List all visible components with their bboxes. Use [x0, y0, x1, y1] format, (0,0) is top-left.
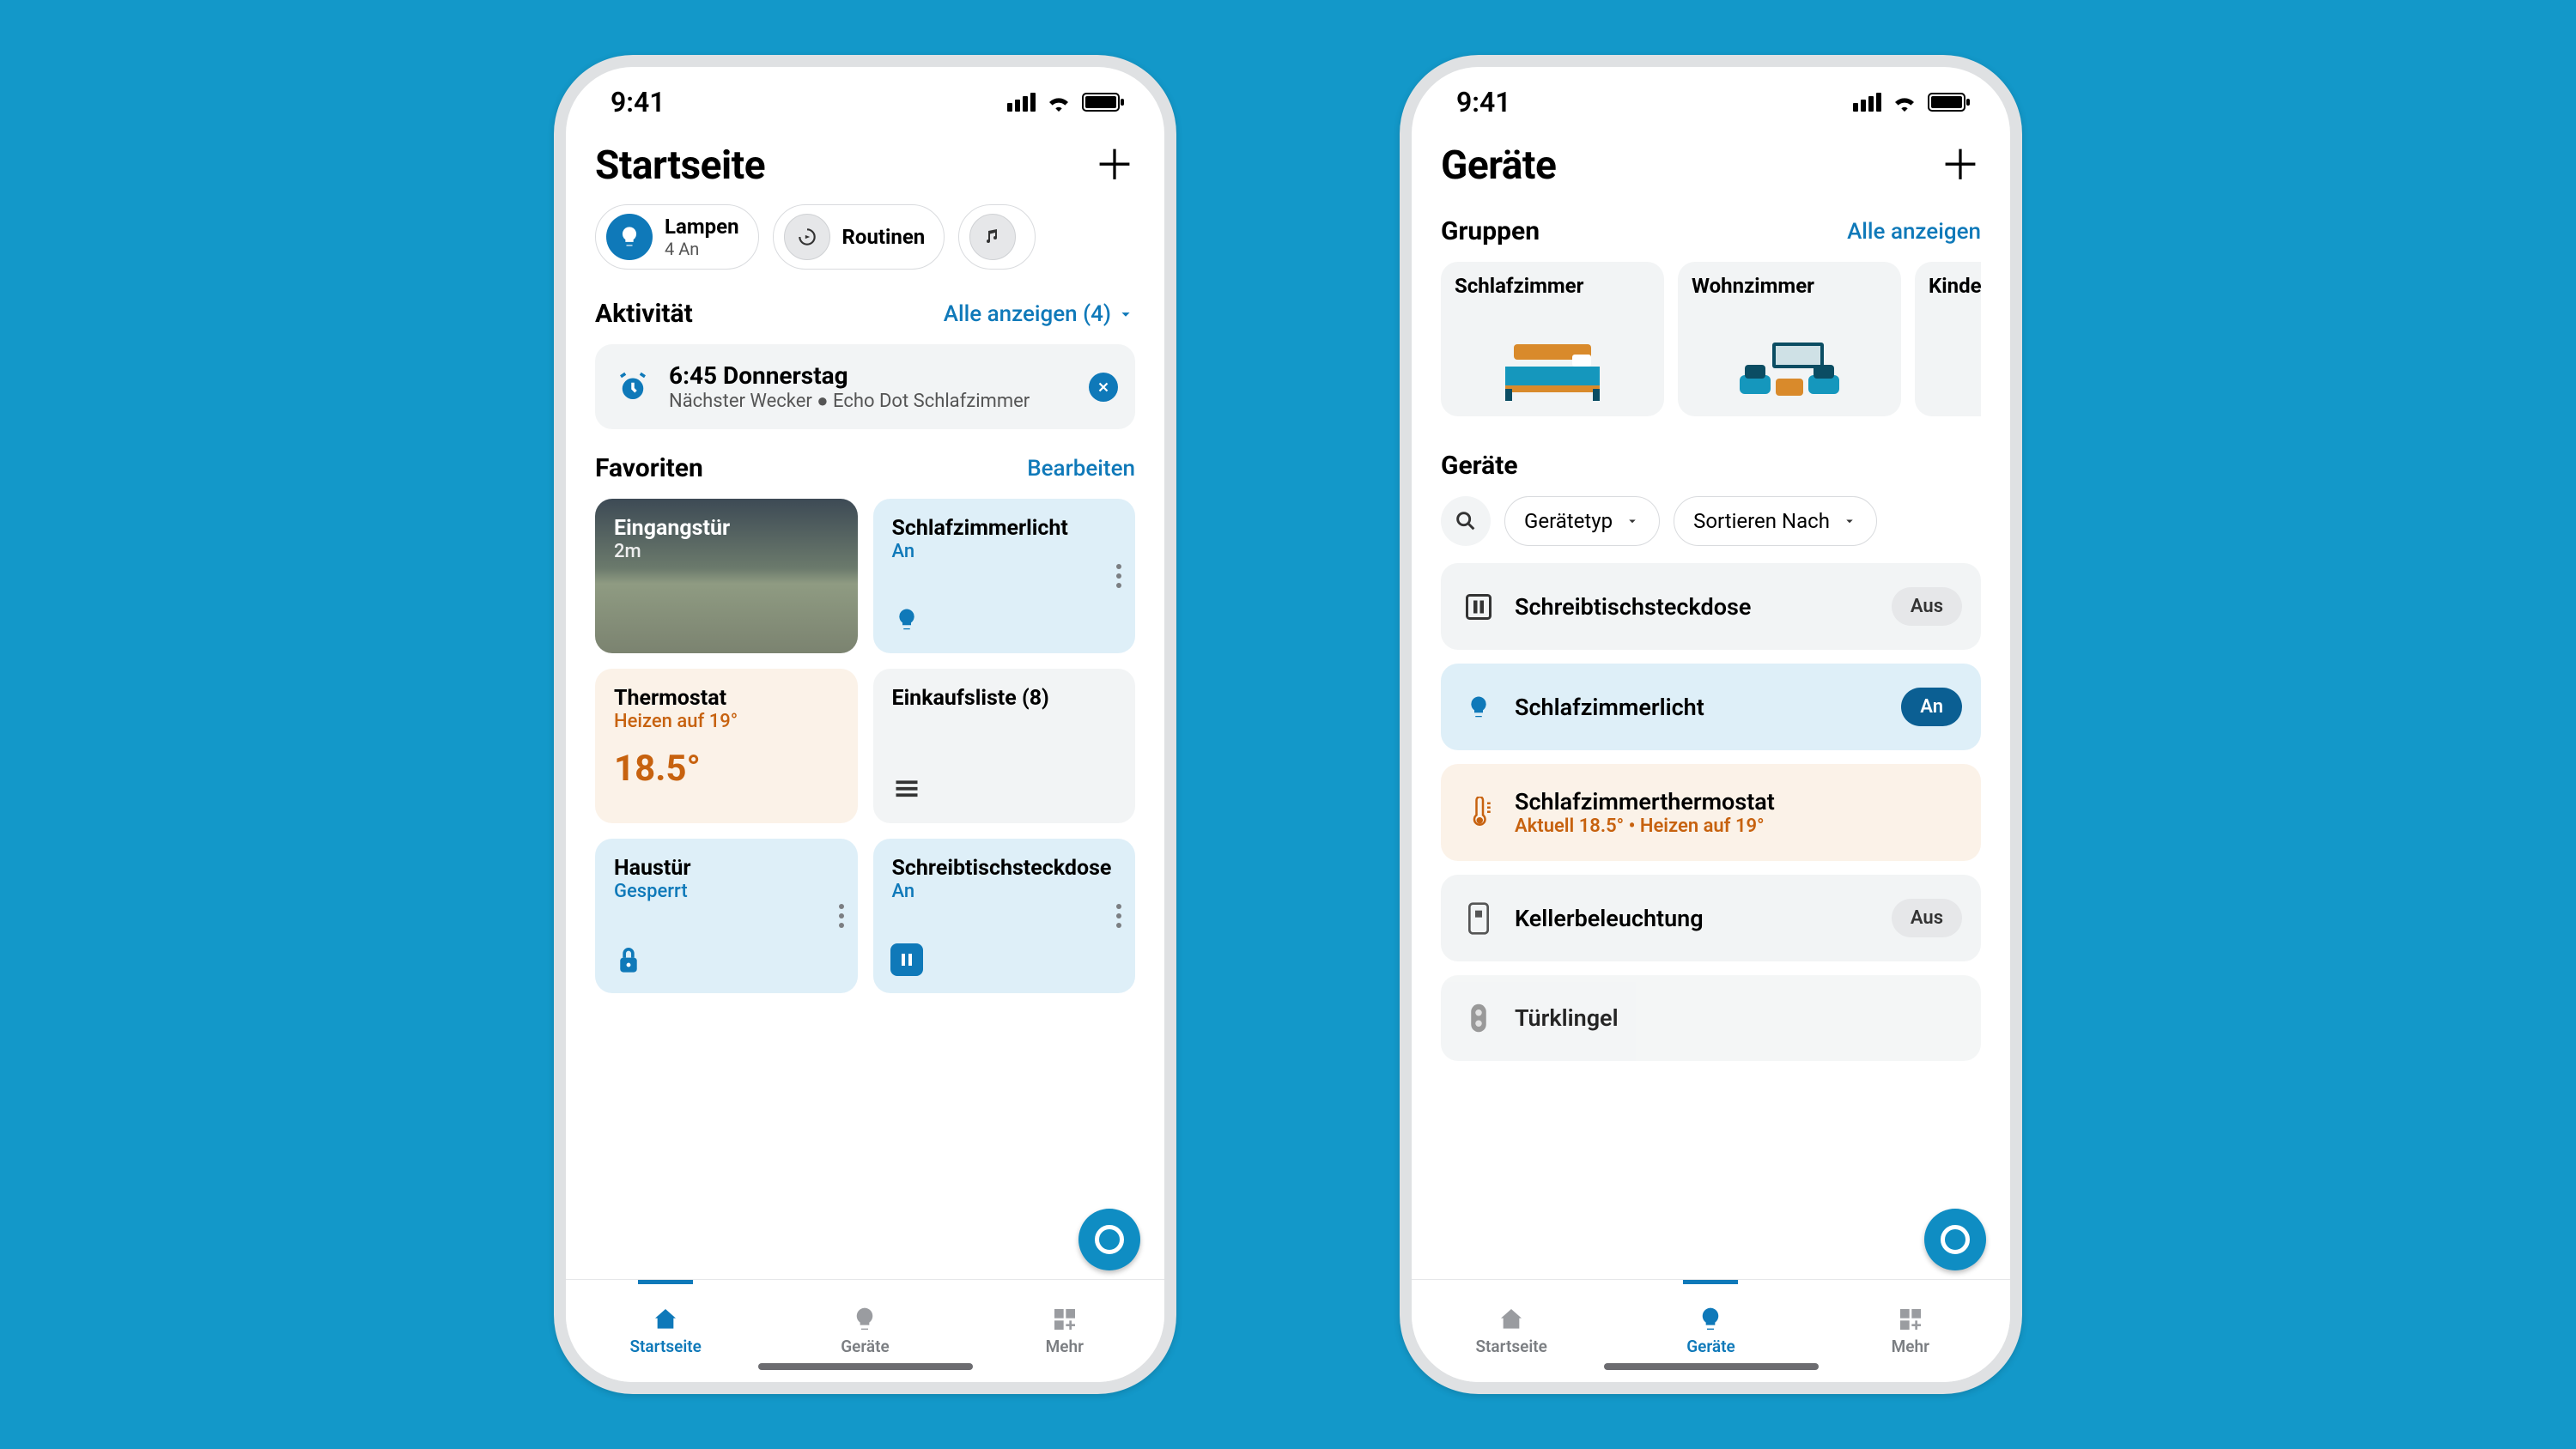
routines-icon — [784, 214, 830, 260]
phone-mock-home: 9:41 Startseite ＋ Lampen 4 An — [554, 55, 1176, 1394]
status-time: 9:41 — [1456, 86, 1511, 118]
bed-icon — [1497, 336, 1608, 404]
device-search-button[interactable] — [1441, 496, 1491, 546]
home-indicator — [1604, 1363, 1819, 1370]
lock-icon — [612, 943, 645, 976]
nav-home[interactable]: Startseite — [1412, 1280, 1611, 1382]
dismiss-alarm-button[interactable] — [1089, 373, 1118, 402]
bulb-icon — [890, 603, 923, 636]
groups-heading: Gruppen — [1441, 216, 1540, 246]
favorite-desksocket[interactable]: Schreibtischsteckdose An — [873, 839, 1136, 993]
grid-plus-icon — [1897, 1306, 1924, 1333]
device-doorbell[interactable]: Türklingel — [1441, 975, 1981, 1061]
devices-heading: Geräte — [1441, 451, 1518, 481]
shortcuts-row: Lampen 4 An Routinen — [595, 204, 1135, 290]
wifi-icon — [1892, 93, 1917, 112]
shortcut-music[interactable] — [958, 204, 1036, 270]
thermometer-icon — [1460, 794, 1498, 832]
home-icon — [1498, 1306, 1525, 1333]
activity-heading: Aktivität — [595, 299, 693, 329]
page-title: Geräte — [1441, 142, 1556, 189]
alexa-fab[interactable] — [1924, 1209, 1986, 1270]
status-bar: 9:41 — [1412, 67, 2010, 127]
bulb-icon — [1697, 1306, 1724, 1333]
search-icon — [1454, 509, 1478, 533]
socket-icon — [1460, 588, 1498, 626]
switch-icon — [1460, 900, 1498, 937]
socket-icon — [890, 943, 923, 976]
favorite-thermostat[interactable]: Thermostat Heizen auf 19° 18.5° — [595, 669, 858, 823]
alarm-icon — [612, 367, 653, 408]
favorite-shopping-list[interactable]: Einkaufsliste (8) — [873, 669, 1136, 823]
favorite-frontdoor[interactable]: Haustür Gesperrt — [595, 839, 858, 993]
group-bedroom[interactable]: Schlafzimmer — [1441, 262, 1664, 416]
home-icon — [652, 1306, 679, 1333]
chevron-down-icon — [1842, 513, 1857, 529]
more-menu[interactable] — [1116, 904, 1121, 928]
battery-icon — [1082, 93, 1120, 112]
status-icons — [1853, 93, 1965, 112]
shortcut-lamps[interactable]: Lampen 4 An — [595, 204, 759, 270]
shortcut-label: Routinen — [842, 225, 926, 249]
toggle-on[interactable]: An — [1901, 688, 1962, 726]
home-indicator — [758, 1363, 973, 1370]
alexa-fab[interactable] — [1078, 1209, 1140, 1270]
group-kidsroom[interactable]: Kinderzimmer — [1915, 262, 1981, 416]
filter-type-chip[interactable]: Gerätetyp — [1504, 496, 1660, 546]
add-button[interactable]: ＋ — [1094, 145, 1135, 186]
group-livingroom[interactable]: Wohnzimmer — [1678, 262, 1901, 416]
favorites-edit[interactable]: Bearbeiten — [1027, 456, 1135, 482]
nav-more[interactable]: Mehr — [965, 1280, 1164, 1382]
page-header: Startseite ＋ — [566, 127, 1164, 204]
status-icons — [1007, 93, 1120, 112]
page-title: Startseite — [595, 142, 765, 189]
more-menu[interactable] — [1116, 564, 1121, 588]
shortcut-routines[interactable]: Routinen — [773, 204, 945, 270]
more-menu[interactable] — [839, 904, 844, 928]
nav-home[interactable]: Startseite — [566, 1280, 765, 1382]
signal-icon — [1853, 93, 1881, 112]
device-cellar-light[interactable]: Kellerbeleuchtung Aus — [1441, 875, 1981, 961]
bulb-icon — [606, 214, 653, 260]
music-icon — [969, 214, 1016, 260]
shortcut-label: Lampen — [665, 215, 739, 239]
sort-chip[interactable]: Sortieren Nach — [1674, 496, 1877, 546]
alarm-time: 6:45 Donnerstag — [669, 361, 1030, 390]
alarm-detail: Nächster Wecker ● Echo Dot Schlafzimmer — [669, 390, 1030, 412]
status-time: 9:41 — [611, 86, 665, 118]
activity-alarm-card[interactable]: 6:45 Donnerstag Nächster Wecker ● Echo D… — [595, 344, 1135, 429]
signal-icon — [1007, 93, 1036, 112]
thermostat-current: 18.5° — [614, 748, 839, 790]
favorite-bedlight[interactable]: Schlafzimmerlicht An — [873, 499, 1136, 653]
battery-icon — [1928, 93, 1965, 112]
bulb-icon — [851, 1306, 878, 1333]
toggle-off[interactable]: Aus — [1892, 587, 1962, 626]
page-header: Geräte ＋ — [1412, 127, 2010, 204]
groups-show-all[interactable]: Alle anzeigen — [1847, 219, 1981, 245]
alexa-ring-icon — [1941, 1225, 1970, 1254]
activity-show-all[interactable]: Alle anzeigen (4) — [944, 301, 1135, 327]
chevron-down-icon — [1625, 513, 1640, 529]
favorites-heading: Favoriten — [595, 453, 703, 483]
doorbell-icon — [1460, 999, 1498, 1037]
status-bar: 9:41 — [566, 67, 1164, 127]
shortcut-sub: 4 An — [665, 239, 739, 259]
bulb-icon — [1460, 688, 1498, 726]
device-desksocket[interactable]: Schreibtischsteckdose Aus — [1441, 563, 1981, 650]
list-icon — [890, 773, 923, 806]
alexa-ring-icon — [1095, 1225, 1124, 1254]
toggle-off[interactable]: Aus — [1892, 899, 1962, 937]
phone-mock-devices: 9:41 Geräte ＋ Gruppen Alle anzeigen Schl… — [1400, 55, 2022, 1394]
wifi-icon — [1046, 93, 1072, 112]
favorite-doorcam[interactable]: Eingangstür 2m — [595, 499, 858, 653]
add-button[interactable]: ＋ — [1940, 145, 1981, 186]
nav-more[interactable]: Mehr — [1811, 1280, 2010, 1382]
grid-plus-icon — [1051, 1306, 1078, 1333]
device-bedthermo[interactable]: Schlafzimmerthermostat Aktuell 18.5° • H… — [1441, 764, 1981, 861]
chevron-down-icon — [1116, 305, 1135, 324]
device-bedlight[interactable]: Schlafzimmerlicht An — [1441, 664, 1981, 750]
sofa-icon — [1729, 336, 1850, 404]
